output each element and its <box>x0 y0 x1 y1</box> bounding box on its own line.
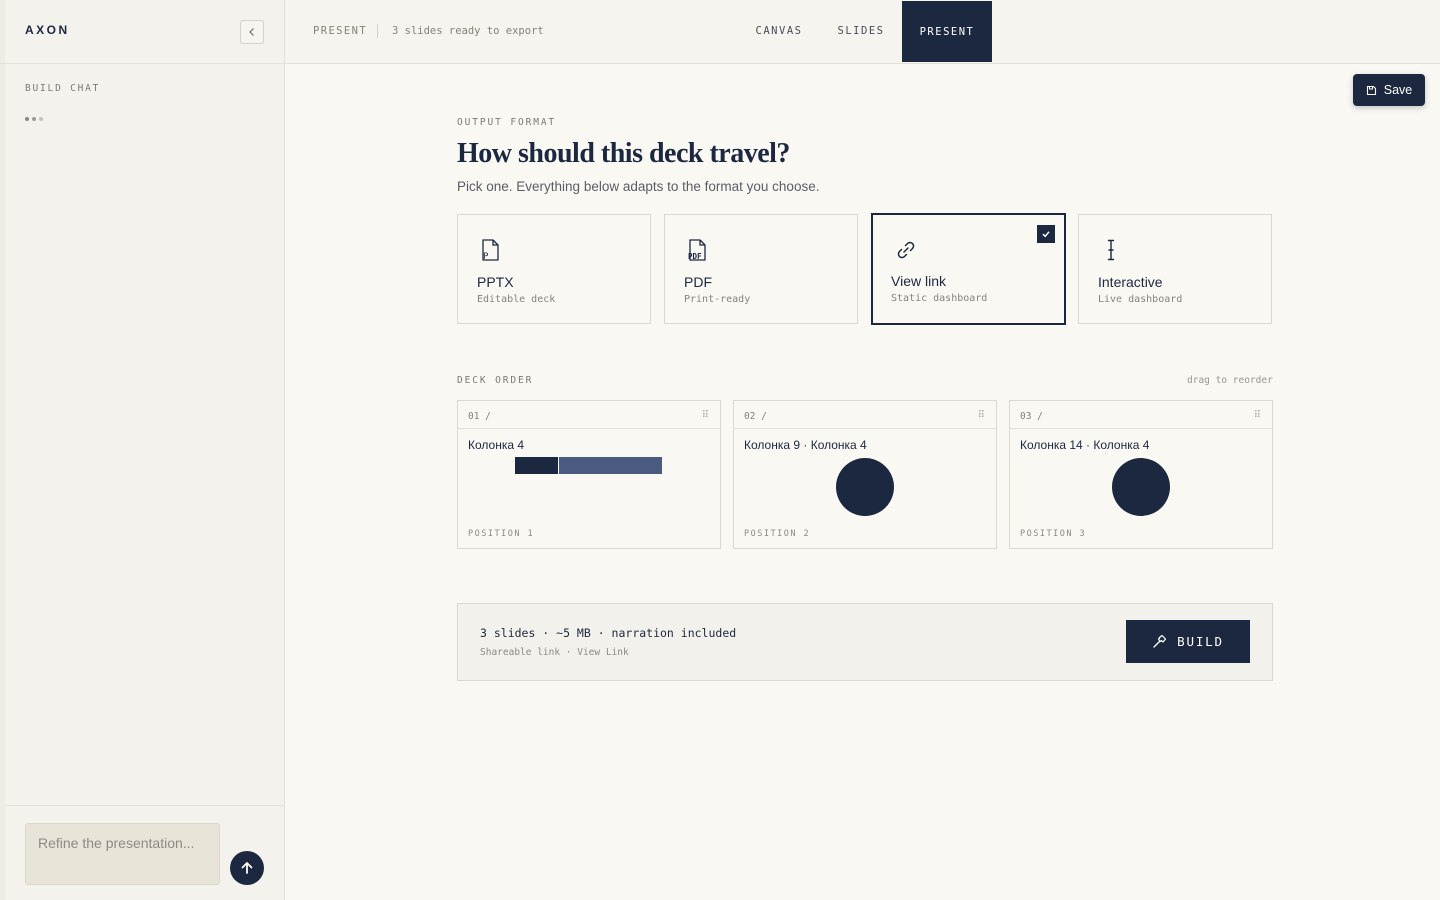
format-desc: Static dashboard <box>891 293 988 304</box>
slide-preview-bar <box>515 457 558 474</box>
build-button[interactable]: BUILD <box>1126 620 1250 663</box>
format-name: View link <box>891 273 946 289</box>
format-option-interactive[interactable]: Interactive Live dashboard <box>1078 214 1272 324</box>
tab-present[interactable]: PRESENT <box>902 1 992 62</box>
slide-number: 01 / <box>468 411 491 422</box>
format-name: Interactive <box>1098 274 1163 290</box>
breadcrumb: PRESENT <box>313 25 368 37</box>
breadcrumb-divider <box>377 24 378 38</box>
drag-handle-icon[interactable]: ⠿ <box>1254 410 1261 421</box>
slide-card-3[interactable]: 03 / ⠿ Колонка 14 · Колонка 4 POSITION 3 <box>1009 400 1273 549</box>
slide-preview-circle <box>836 458 894 516</box>
page-subtitle: Pick one. Everything below adapts to the… <box>457 179 820 194</box>
tab-slides[interactable]: SLIDES <box>829 0 893 62</box>
tab-canvas[interactable]: CANVAS <box>747 0 811 62</box>
typing-indicator <box>25 117 43 121</box>
slide-card-2[interactable]: 02 / ⠿ Колонка 9 · Колонка 4 POSITION 2 <box>733 400 997 549</box>
format-desc: Editable deck <box>477 294 556 305</box>
save-icon <box>1366 85 1376 95</box>
svg-text:P: P <box>483 252 489 262</box>
collapse-sidebar-button[interactable] <box>240 20 264 44</box>
slide-number: 03 / <box>1020 411 1043 422</box>
sidebar: AXON BUILD CHAT <box>0 0 285 900</box>
link-icon <box>897 241 915 259</box>
hammer-icon <box>1153 634 1167 648</box>
sidebar-header: AXON <box>0 0 284 64</box>
slide-position: POSITION 1 <box>468 529 535 539</box>
drag-handle-icon[interactable]: ⠿ <box>702 410 709 421</box>
export-summary: 3 slides · ~5 MB · narration included Sh… <box>457 603 1273 681</box>
slide-title: Колонка 9 · Колонка 4 <box>744 438 867 452</box>
slide-card-1[interactable]: 01 / ⠿ Колонка 4 POSITION 1 <box>457 400 721 549</box>
format-name: PPTX <box>477 274 514 290</box>
page-title: How should this deck travel? <box>457 138 790 169</box>
slide-card-header: 03 / ⠿ <box>1010 401 1272 429</box>
format-desc: Print-ready <box>684 294 751 305</box>
slide-card-header: 02 / ⠿ <box>734 401 996 429</box>
output-format-label: OUTPUT FORMAT <box>457 117 557 128</box>
slide-preview-bar <box>559 457 662 474</box>
pdf-file-icon: PDF <box>688 239 706 261</box>
deck-order-label: DECK ORDER <box>457 375 534 386</box>
summary-sub: Shareable link · View Link <box>480 647 629 658</box>
format-option-pptx[interactable]: P PPTX Editable deck <box>457 214 651 324</box>
export-status: 3 slides ready to export <box>392 25 544 37</box>
refine-input[interactable] <box>25 823 220 885</box>
brand-logo: AXON <box>25 23 70 37</box>
selected-check-icon <box>1037 225 1055 243</box>
slide-position: POSITION 2 <box>744 529 811 539</box>
slide-position: POSITION 3 <box>1020 529 1087 539</box>
slide-number: 02 / <box>744 411 767 422</box>
summary-main: 3 slides · ~5 MB · narration included <box>480 626 737 640</box>
slide-card-header: 01 / ⠿ <box>458 401 720 429</box>
arrow-up-icon <box>241 862 253 874</box>
format-name: PDF <box>684 274 712 290</box>
format-desc: Live dashboard <box>1098 294 1183 305</box>
pptx-file-icon: P <box>482 239 499 262</box>
slide-preview-circle <box>1112 458 1170 516</box>
build-chat-label: BUILD CHAT <box>25 83 101 94</box>
drag-hint: drag to reorder <box>1187 375 1273 386</box>
send-button[interactable] <box>230 851 264 885</box>
chevron-left-icon <box>249 28 254 36</box>
top-bar: PRESENT 3 slides ready to export CANVAS … <box>285 0 1440 64</box>
build-label: BUILD <box>1177 634 1224 649</box>
drag-handle-icon[interactable]: ⠿ <box>978 410 985 421</box>
chat-composer <box>5 805 284 900</box>
format-option-pdf[interactable]: PDF PDF Print-ready <box>664 214 858 324</box>
save-button[interactable]: Save <box>1353 74 1425 106</box>
format-option-view-link[interactable]: View link Static dashboard <box>871 213 1066 325</box>
svg-text:PDF: PDF <box>688 252 702 261</box>
slide-title: Колонка 4 <box>468 438 525 452</box>
text-cursor-icon <box>1107 239 1115 261</box>
slide-title: Колонка 14 · Колонка 4 <box>1020 438 1150 452</box>
save-label: Save <box>1383 83 1413 97</box>
